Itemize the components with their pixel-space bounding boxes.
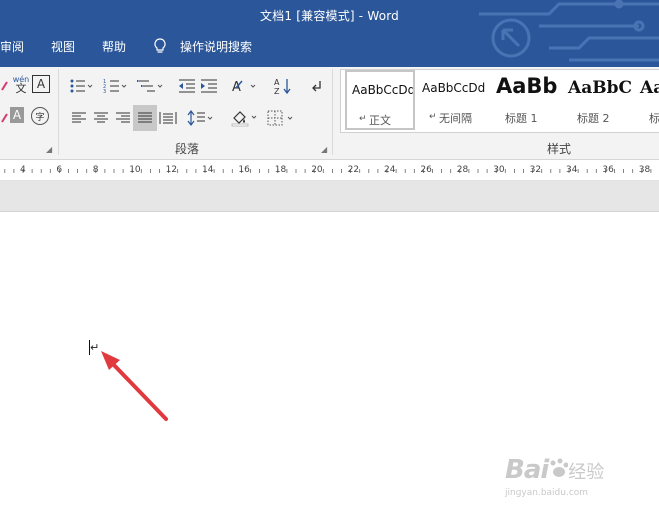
bullets-icon[interactable] (68, 75, 94, 97)
increase-indent-icon[interactable] (198, 75, 220, 97)
ruler-label: 12 (165, 165, 178, 175)
tab-help[interactable]: 帮助 (102, 38, 126, 55)
baidu-watermark: Bai 经验 jingyan.baidu.com (505, 455, 605, 498)
ruler-label: 8 (92, 165, 99, 175)
ruler-label: 6 (56, 165, 63, 175)
style-title[interactable]: Aa 标 (635, 70, 659, 130)
ruler-label: 28 (456, 165, 469, 175)
ruler-label: 26 (420, 165, 432, 175)
paw-icon (550, 458, 569, 477)
ruler-label: 22 (347, 165, 360, 175)
decrease-indent-icon[interactable] (176, 75, 198, 97)
ribbon: wén 文 A A 字 123 A AZ (0, 67, 659, 160)
chinese-layout-icon[interactable]: A (230, 75, 258, 97)
ruler-label: 30 (493, 165, 505, 175)
group-separator (58, 69, 59, 155)
ruler-label: 14 (202, 165, 214, 175)
ruler-label: 38 (638, 165, 651, 175)
ruler-ticks (4, 169, 652, 173)
style-heading-2[interactable]: AaBbC 标题 2 (563, 70, 633, 130)
multilevel-list-icon[interactable] (136, 75, 164, 97)
tab-review[interactable]: 审阅 (0, 38, 24, 55)
styles-group-label: 样式 (547, 142, 572, 156)
show-formatting-marks-icon[interactable] (306, 75, 328, 97)
distributed-icon[interactable] (157, 107, 179, 129)
font-color-icon[interactable] (0, 107, 10, 129)
style-label: 标 (649, 112, 659, 125)
ruler-label: 24 (384, 165, 396, 175)
phonetic-char: 文 (15, 82, 27, 95)
ruler-label: 32 (529, 165, 542, 175)
highlight-icon[interactable] (0, 75, 10, 97)
borders-icon[interactable] (266, 107, 296, 129)
paragraph-group-label: 段落 (175, 142, 200, 156)
dialog-launcher-icon[interactable]: ◢ (321, 145, 327, 154)
enclose-characters-icon[interactable]: 字 (31, 107, 49, 125)
ruler-label: 18 (274, 165, 287, 175)
circuit-decoration (479, 0, 659, 62)
style-label: 标题 2 (577, 112, 610, 125)
style-label: 标题 1 (505, 112, 538, 125)
ruler-label: 4 (20, 165, 26, 175)
paragraph-mark: ↵ (359, 114, 367, 124)
ruler-label: 16 (238, 165, 250, 175)
ruler-label: 20 (311, 165, 323, 175)
horizontal-ruler[interactable]: 4 6 8 10 12 14 16 18 20 22 24 26 28 30 32 34 36 38 (0, 160, 659, 181)
lightbulb-icon[interactable] (153, 38, 167, 57)
style-sample: AaBb (496, 74, 558, 98)
line-spacing-icon[interactable] (186, 107, 216, 129)
style-sample: AaBbCcDd (352, 83, 415, 97)
sort-icon[interactable]: AZ (272, 75, 294, 97)
style-sample: AaBbC (568, 78, 632, 98)
paragraph-mark: ↵ (429, 112, 437, 122)
group-separator (332, 69, 333, 155)
phonetic-guide-icon[interactable]: wén 文 (10, 73, 32, 95)
style-sample: AaBbCcDd (422, 81, 486, 95)
tab-view[interactable]: 视图 (51, 38, 75, 55)
title-bar: 文档1 [兼容模式] - Word 审阅 视图 帮助 操作说明搜索 (0, 0, 659, 67)
watermark-url: jingyan.baidu.com (505, 488, 589, 498)
character-shading-icon[interactable]: A (10, 107, 24, 123)
watermark-brand: Bai (505, 455, 549, 485)
align-left-icon[interactable] (68, 107, 90, 129)
align-center-icon[interactable] (90, 107, 112, 129)
dialog-launcher-icon[interactable]: ◢ (46, 145, 52, 154)
align-right-icon[interactable] (112, 107, 134, 129)
svg-text:3: 3 (103, 89, 106, 94)
style-normal[interactable]: AaBbCcDd 正文 ↵ (345, 70, 415, 130)
styles-gallery: AaBbCcDd 正文 ↵ AaBbCcDd 无间隔 ↵ AaBb 标题 1 A… (340, 69, 659, 133)
numbering-icon[interactable]: 123 (102, 75, 128, 97)
style-heading-1[interactable]: AaBb 标题 1 (491, 70, 561, 130)
style-label: 正文 (369, 114, 391, 127)
style-no-spacing[interactable]: AaBbCcDd 无间隔 ↵ (417, 70, 487, 130)
justify-icon[interactable] (133, 105, 157, 131)
style-label: 无间隔 (439, 112, 472, 125)
style-sample: Aa (640, 78, 659, 98)
red-arrow-annotation (101, 351, 168, 421)
shading-icon[interactable] (230, 107, 260, 129)
page-top-margin-area (0, 181, 659, 212)
ruler-label: 36 (602, 165, 614, 175)
ruler-label: 34 (566, 165, 578, 175)
character-border-icon[interactable]: A (32, 75, 50, 93)
ruler-label: 10 (129, 165, 141, 175)
watermark-brand2: 经验 (568, 462, 605, 483)
tell-me-search[interactable]: 操作说明搜索 (180, 38, 252, 55)
svg-text:Z: Z (274, 87, 280, 95)
svg-text:A: A (274, 78, 280, 87)
